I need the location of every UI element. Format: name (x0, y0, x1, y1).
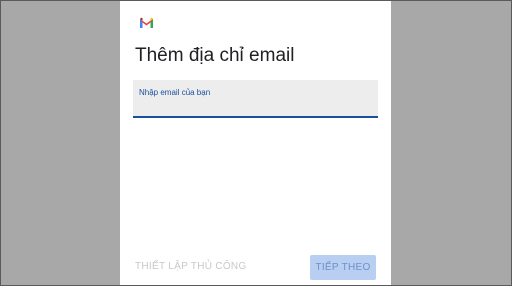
email-input[interactable] (139, 100, 369, 114)
page-title: Thêm địa chỉ email (135, 45, 295, 66)
email-field-label: Nhập email của bạn (139, 88, 211, 97)
gmail-logo-icon (140, 17, 153, 28)
next-button[interactable]: TIẾP THEO (310, 255, 376, 280)
add-email-screen: Thêm địa chỉ email Nhập email của bạn TH… (120, 1, 391, 285)
email-field[interactable]: Nhập email của bạn (133, 80, 378, 118)
manual-setup-button[interactable]: THIẾT LẬP THỦ CÔNG (135, 261, 247, 272)
